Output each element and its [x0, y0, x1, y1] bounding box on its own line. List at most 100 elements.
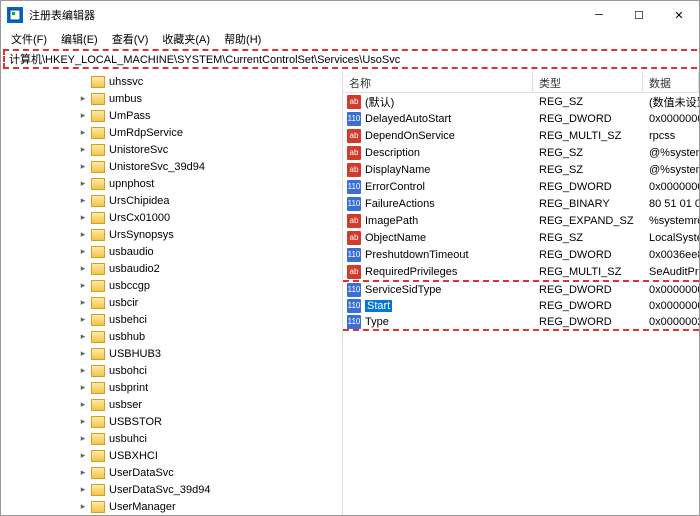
tree-item-usbhub[interactable]: ▸usbhub — [1, 328, 342, 345]
expand-toggle[interactable]: ▸ — [77, 110, 89, 121]
value-name: Description — [365, 147, 420, 159]
tree-item-USBHUB3[interactable]: ▸USBHUB3 — [1, 345, 342, 362]
value-row[interactable]: 110ErrorControlREG_DWORD0x00000001 (1) — [343, 178, 699, 195]
expand-toggle[interactable]: ▸ — [77, 161, 89, 172]
value-type-icon: 110 — [347, 248, 361, 262]
tree-item-USBSTOR[interactable]: ▸USBSTOR — [1, 413, 342, 430]
value-name: PreshutdownTimeout — [365, 249, 469, 261]
tree-item-UserManager[interactable]: ▸UserManager — [1, 498, 342, 515]
expand-toggle[interactable]: ▸ — [77, 212, 89, 223]
value-row[interactable]: ab(默认)REG_SZ(数值未设置) — [343, 93, 699, 110]
expand-toggle[interactable]: ▸ — [77, 382, 89, 393]
folder-icon — [91, 263, 105, 275]
tree-item-label: umbus — [109, 93, 142, 105]
tree-item-label: UserDataSvc_39d94 — [109, 484, 211, 496]
tree-item-label: upnphost — [109, 178, 154, 190]
address-bar[interactable]: 计算机\HKEY_LOCAL_MACHINE\SYSTEM\CurrentCon… — [3, 49, 697, 69]
tree-item-usbehci[interactable]: ▸usbehci — [1, 311, 342, 328]
tree-item-usbaudio2[interactable]: ▸usbaudio2 — [1, 260, 342, 277]
value-row[interactable]: abObjectNameREG_SZLocalSystem — [343, 229, 699, 246]
tree-item-USBXHCI[interactable]: ▸USBXHCI — [1, 447, 342, 464]
tree-item-UmRdpService[interactable]: ▸UmRdpService — [1, 124, 342, 141]
menu-favorites[interactable]: 收藏夹(A) — [156, 29, 216, 49]
expand-toggle[interactable]: ▸ — [77, 484, 89, 495]
tree-item-usbser[interactable]: ▸usbser — [1, 396, 342, 413]
tree-item-UrsSynopsys[interactable]: ▸UrsSynopsys — [1, 226, 342, 243]
expand-toggle[interactable]: ▸ — [77, 229, 89, 240]
tree-item-umbus[interactable]: ▸ umbus — [1, 90, 342, 107]
folder-icon — [91, 246, 105, 258]
col-header-type[interactable]: 类型 — [533, 71, 643, 92]
value-name: DelayedAutoStart — [365, 113, 451, 125]
value-row[interactable]: abRequiredPrivilegesREG_MULTI_SZSeAuditP… — [343, 263, 699, 280]
menu-file[interactable]: 文件(F) — [5, 29, 53, 49]
tree-item-UserDataSvc_39d94[interactable]: ▸ UserDataSvc_39d94 — [1, 481, 342, 498]
expand-toggle[interactable]: ▸ — [77, 178, 89, 189]
folder-icon — [91, 348, 105, 360]
tree-item-usbohci[interactable]: ▸usbohci — [1, 362, 342, 379]
value-row[interactable]: 110StartREG_DWORD0x00000002 (2) — [343, 297, 699, 314]
value-type-icon: ab — [347, 214, 361, 228]
expand-toggle[interactable]: ▸ — [77, 93, 89, 104]
maximize-button[interactable]: ☐ — [619, 1, 659, 29]
tree-item-usbprint[interactable]: ▸usbprint — [1, 379, 342, 396]
expand-toggle[interactable]: ▸ — [77, 450, 89, 461]
value-name: ImagePath — [365, 215, 418, 227]
value-data: rpcss — [643, 130, 699, 142]
expand-toggle[interactable]: ▸ — [77, 144, 89, 155]
tree-item-UnistoreSvc_39d94[interactable]: ▸UnistoreSvc_39d94 — [1, 158, 342, 175]
menu-help[interactable]: 帮助(H) — [218, 29, 267, 49]
close-button[interactable]: ✕ — [659, 1, 699, 29]
col-header-name[interactable]: 名称 — [343, 71, 533, 92]
value-data: 0x00000002 (2) — [643, 300, 699, 312]
expand-toggle[interactable]: ▸ — [77, 433, 89, 444]
tree-item-UmPass[interactable]: ▸UmPass — [1, 107, 342, 124]
value-row[interactable]: abDisplayNameREG_SZ@%systemroot%\system3 — [343, 161, 699, 178]
tree-item-upnphost[interactable]: ▸ upnphost — [1, 175, 342, 192]
minimize-button[interactable]: ─ — [579, 1, 619, 29]
value-row[interactable]: 110PreshutdownTimeoutREG_DWORD0x0036ee80… — [343, 246, 699, 263]
values-panel[interactable]: 名称 类型 数据 ab(默认)REG_SZ(数值未设置)110DelayedAu… — [343, 71, 699, 515]
value-row[interactable]: 110ServiceSidTypeREG_DWORD0x00000001 (1) — [343, 280, 699, 297]
tree-item-usbaudio[interactable]: ▸usbaudio — [1, 243, 342, 260]
tree-item-UrsChipidea[interactable]: ▸UrsChipidea — [1, 192, 342, 209]
tree-item-usbcir[interactable]: ▸usbcir — [1, 294, 342, 311]
value-type: REG_SZ — [533, 232, 643, 244]
expand-toggle[interactable]: ▸ — [77, 280, 89, 291]
expand-toggle[interactable]: ▸ — [77, 195, 89, 206]
menu-edit[interactable]: 编辑(E) — [55, 29, 104, 49]
expand-toggle[interactable]: ▸ — [77, 467, 89, 478]
tree-item-UnistoreSvc[interactable]: ▸ UnistoreSvc — [1, 141, 342, 158]
tree-item-uhssvc[interactable]: uhssvc — [1, 73, 342, 90]
tree-item-usbccgp[interactable]: ▸usbccgp — [1, 277, 342, 294]
value-row[interactable]: 110TypeREG_DWORD0x00000020 (32) — [343, 314, 699, 331]
expand-toggle[interactable]: ▸ — [77, 348, 89, 359]
value-row[interactable]: abDependOnServiceREG_MULTI_SZrpcss — [343, 127, 699, 144]
value-data: SeAuditPrivilege SeCreate — [643, 266, 699, 278]
tree-item-UrsCx01000[interactable]: ▸UrsCx01000 — [1, 209, 342, 226]
value-row[interactable]: abDescriptionREG_SZ@%systemroot%\system3 — [343, 144, 699, 161]
tree-panel[interactable]: uhssvc▸umbus▸UmPass▸UmRdpService▸Unistor… — [1, 71, 343, 515]
expand-toggle[interactable]: ▸ — [77, 263, 89, 274]
value-data: LocalSystem — [643, 232, 699, 244]
expand-toggle[interactable]: ▸ — [77, 501, 89, 512]
value-data: 80 51 01 00 00 00 00 00 0 — [643, 198, 699, 210]
tree-item-usbuhci[interactable]: ▸usbuhci — [1, 430, 342, 447]
window-controls: ─ ☐ ✕ — [579, 1, 699, 29]
expand-toggle[interactable]: ▸ — [77, 297, 89, 308]
expand-toggle[interactable]: ▸ — [77, 246, 89, 257]
tree-item-label: UnistoreSvc — [109, 144, 168, 156]
expand-toggle[interactable]: ▸ — [77, 314, 89, 325]
col-header-data[interactable]: 数据 — [643, 71, 699, 92]
expand-toggle[interactable]: ▸ — [77, 416, 89, 427]
expand-toggle[interactable]: ▸ — [77, 127, 89, 138]
expand-toggle[interactable]: ▸ — [77, 331, 89, 342]
value-type-icon: 110 — [347, 299, 361, 313]
menu-view[interactable]: 查看(V) — [106, 29, 155, 49]
value-row[interactable]: 110FailureActionsREG_BINARY80 51 01 00 0… — [343, 195, 699, 212]
expand-toggle[interactable]: ▸ — [77, 399, 89, 410]
expand-toggle[interactable]: ▸ — [77, 365, 89, 376]
tree-item-UserDataSvc[interactable]: ▸UserDataSvc — [1, 464, 342, 481]
value-row[interactable]: 110DelayedAutoStartREG_DWORD0x00000001 (… — [343, 110, 699, 127]
value-row[interactable]: abImagePathREG_EXPAND_SZ%systemroot%\sys… — [343, 212, 699, 229]
